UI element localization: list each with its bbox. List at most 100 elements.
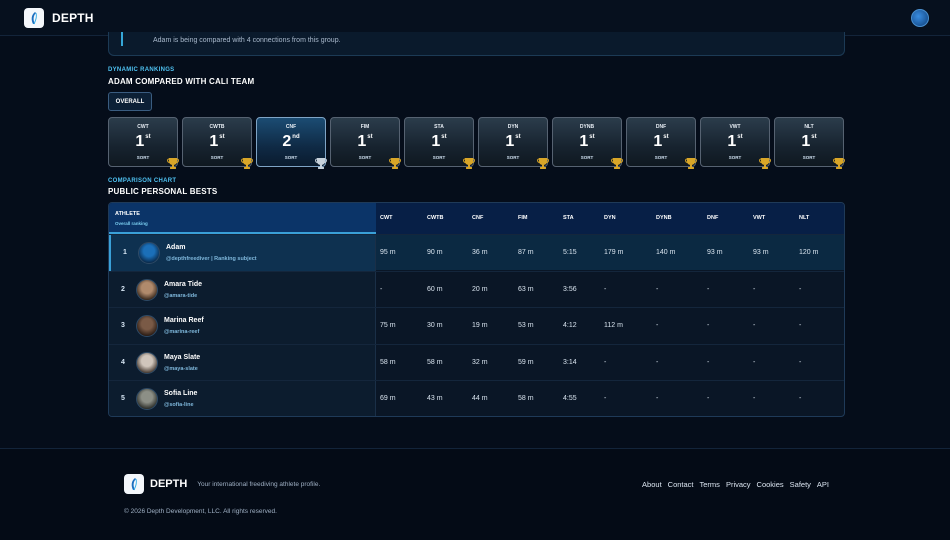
table-row[interactable]: 4 Maya Slate @maya-slate 58 m 58 m 32 m 59 m 3:… (109, 343, 844, 381)
column-header-dynb[interactable]: DYNB (656, 215, 672, 221)
ranking-card-cnf[interactable]: CNF 2nd SORT (256, 117, 327, 169)
gold-trophy-icon (610, 156, 624, 170)
value-cell-nlt: - (799, 322, 802, 329)
athlete-handle[interactable]: @maya-slate (164, 366, 198, 372)
column-header-cwtb[interactable]: CWTB (427, 215, 444, 221)
ranking-card-label: DNF (655, 124, 667, 130)
ranking-card-cwt[interactable]: CWT 1st SORT (108, 117, 179, 169)
athlete-name[interactable]: Marina Reef (164, 317, 204, 324)
athlete-avatar[interactable] (136, 388, 158, 410)
column-header-dnf[interactable]: DNF (707, 215, 718, 221)
value-cell-cnf: 19 m (472, 322, 488, 329)
value-cell-cwtb: 43 m (427, 395, 443, 402)
column-header-vwt[interactable]: VWT (753, 215, 765, 221)
footer-copyright: © 2026 Depth Development, LLC. All right… (124, 508, 277, 515)
athlete-name[interactable]: Maya Slate (164, 354, 200, 361)
value-cell-dyn: - (604, 285, 607, 293)
table-row[interactable]: 3 Marina Reef @marina-reef 75 m 30 m 19 m 53 m… (109, 307, 844, 344)
ranking-card-label: CWT (137, 124, 149, 130)
value-cell-dynb: - (656, 322, 659, 329)
ranking-card-label: CNF (285, 124, 297, 130)
table-row[interactable]: 5 Sofia Line @sofia-line 69 m 43 m 44 m 58 m 4:… (109, 380, 844, 416)
value-cell-nlt: 120 m (799, 249, 819, 256)
ranking-card-dynb[interactable]: DYNB 1st SORT (552, 117, 624, 170)
athlete-handle[interactable]: @depthfreediver | Ranking subject (166, 256, 257, 262)
gold-trophy-icon (240, 156, 254, 170)
athlete-avatar[interactable] (136, 351, 158, 374)
ranking-card-label: FIM (360, 124, 370, 130)
athlete-avatar[interactable] (138, 242, 160, 264)
rank-number: 1 (653, 133, 663, 150)
brand-name: DEPTH (52, 11, 94, 25)
footer-link-terms[interactable]: Terms (700, 480, 720, 489)
athlete-cell: 4 Maya Slate @maya-slate (109, 344, 376, 381)
value-cell-cwtb: 58 m (427, 358, 443, 366)
athlete-column-header: ATHLETE Overall ranking (109, 203, 376, 234)
value-cell-sta: 4:12 (563, 322, 577, 329)
value-cell-dnf: - (707, 285, 710, 293)
athlete-name[interactable]: Adam (166, 244, 185, 251)
ranking-card-label: DYNB (579, 124, 595, 130)
rank-suffix: st (663, 134, 669, 140)
ranking-card-vwt[interactable]: VWT 1st SORT (700, 117, 772, 170)
column-header-cwt[interactable]: CWT (380, 215, 393, 221)
athlete-handle[interactable]: @marina-reef (164, 329, 199, 335)
ranking-card-rank: 1st (331, 133, 399, 151)
value-cell-fim: 58 m (518, 395, 534, 402)
athlete-rank: 5 (121, 395, 125, 402)
ranking-card-label: NLT (804, 124, 814, 130)
footer-link-privacy[interactable]: Privacy (726, 480, 751, 489)
athlete-name[interactable]: Amara Tide (164, 281, 202, 288)
column-header-dyn[interactable]: DYN (604, 215, 616, 221)
column-header-nlt[interactable]: NLT (799, 215, 809, 221)
athlete-handle[interactable]: @sofia-line (164, 402, 194, 408)
gold-trophy-icon (758, 156, 772, 170)
ranking-card-dyn[interactable]: DYN 1st SORT (478, 117, 549, 169)
value-cell-cnf: 36 m (472, 249, 488, 256)
value-cell-dnf: - (707, 322, 710, 329)
value-cell-cwtb: 60 m (427, 285, 443, 293)
ranking-card-sta[interactable]: STA 1st SORT (404, 117, 475, 169)
table-row[interactable]: 2 Amara Tide @amara-tide - 60 m 20 m 63 m 3:56 -… (109, 270, 844, 308)
gold-trophy-icon (684, 156, 698, 170)
footer-link-contact[interactable]: Contact (668, 480, 694, 489)
value-cell-dyn: 112 m (604, 322, 623, 329)
value-cell-cnf: 44 m (472, 395, 488, 402)
footer-brand[interactable]: DEPTH Your international freediving athl… (124, 474, 320, 494)
ranking-card-cwtb[interactable]: CWTB 1st SORT (182, 117, 254, 170)
ranking-card-rank: 1st (183, 133, 251, 151)
column-header-fim[interactable]: FIM (518, 215, 527, 221)
value-cell-dnf: - (707, 395, 710, 402)
rank-number: 1 (727, 133, 737, 150)
rank-number: 1 (505, 133, 515, 150)
brand-home-link[interactable]: DEPTH (24, 8, 94, 28)
footer-link-api[interactable]: API (817, 480, 829, 489)
ranking-cards: CWT 1st SORT CWTB 1st SORT CNF 2nd SORT FIM 1st SOR… (108, 117, 845, 170)
footer-link-about[interactable]: About (642, 480, 662, 489)
value-cell-cwt: 95 m (380, 249, 396, 256)
value-cell-dnf: - (707, 358, 710, 366)
athlete-avatar[interactable] (136, 278, 158, 301)
footer-link-safety[interactable]: Safety (790, 480, 811, 489)
ranking-card-dnf[interactable]: DNF 1st SORT (626, 117, 698, 170)
value-cell-sta: 5:15 (563, 249, 577, 256)
footer-link-cookies[interactable]: Cookies (757, 480, 784, 489)
value-cell-fim: 59 m (518, 358, 534, 366)
athlete-avatar[interactable] (136, 315, 158, 337)
overall-filter-button[interactable]: OVERALL (108, 92, 152, 111)
footer-links: About Contact Terms Privacy Cookies Safety API (642, 480, 829, 489)
athlete-header-label: ATHLETE (115, 211, 140, 217)
ranking-card-fim[interactable]: FIM 1st SORT (330, 117, 401, 169)
ranking-card-rank: 1st (627, 133, 695, 151)
athlete-name[interactable]: Sofia Line (164, 390, 197, 397)
ranking-card-nlt[interactable]: NLT 1st SORT (774, 117, 845, 169)
athlete-handle[interactable]: @amara-tide (164, 293, 197, 299)
user-avatar-button[interactable] (911, 9, 929, 27)
comparison-title: PUBLIC PERSONAL BESTS (108, 187, 218, 196)
footer: DEPTH Your international freediving athl… (0, 448, 950, 540)
table-row[interactable]: 1 Adam @depthfreediver | Ranking subject 95… (109, 234, 844, 271)
value-cell-nlt: - (799, 285, 802, 293)
value-cell-sta: 3:56 (563, 285, 577, 293)
column-header-cnf[interactable]: CNF (472, 215, 483, 221)
column-header-sta[interactable]: STA (563, 215, 574, 221)
